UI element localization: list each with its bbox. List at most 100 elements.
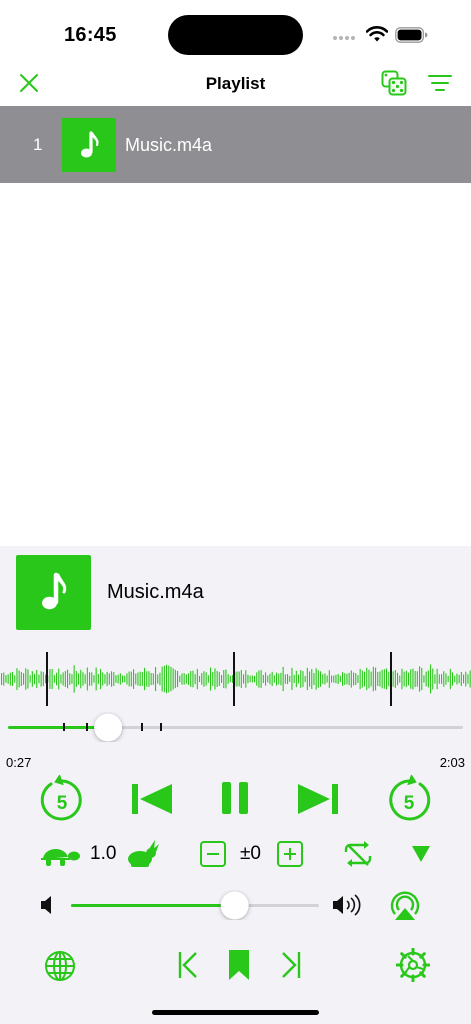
waveform-bar	[115, 675, 117, 683]
volume-max-icon	[333, 894, 361, 916]
waveform-bar	[18, 670, 20, 688]
waveform-bar	[216, 671, 218, 687]
next-track-icon[interactable]	[297, 783, 339, 815]
waveform-bar	[174, 669, 176, 689]
waveform-bar	[278, 673, 280, 685]
waveform-bar	[141, 672, 143, 686]
waveform-bar	[218, 672, 220, 686]
waveform-bar	[267, 675, 269, 683]
expand-triangle-icon[interactable]	[411, 845, 431, 863]
waveform-bar	[438, 674, 440, 684]
waveform-bar	[51, 669, 53, 690]
waveform-bar	[419, 666, 421, 692]
waveform-bar	[320, 671, 322, 687]
sort-lines-icon[interactable]	[428, 74, 452, 92]
previous-bookmark-icon[interactable]	[178, 951, 198, 979]
waveform-bar	[102, 672, 104, 686]
waveform-bar	[465, 671, 467, 687]
waveform-bar	[113, 672, 115, 686]
globe-icon[interactable]	[44, 950, 76, 982]
waveform-bar	[36, 669, 38, 689]
volume-thumb	[220, 891, 249, 920]
waveform-bar	[416, 671, 418, 687]
waveform-bar	[447, 675, 449, 683]
next-bookmark-icon[interactable]	[281, 951, 301, 979]
waveform-bar	[403, 671, 405, 687]
repeat-off-icon[interactable]	[342, 840, 374, 868]
waveform-bar	[441, 674, 443, 684]
bookmark-icon[interactable]	[228, 949, 250, 981]
waveform-bar	[31, 671, 33, 687]
waveform-bar	[225, 669, 227, 689]
waveform-bar	[201, 673, 203, 685]
waveform-bar	[236, 671, 238, 687]
waveform-bar	[412, 668, 414, 690]
dynamic-island	[168, 15, 303, 55]
waveform-bar	[67, 669, 69, 689]
waveform-bar	[372, 666, 374, 692]
waveform[interactable]	[0, 649, 471, 709]
waveform-bar	[111, 671, 113, 687]
skip-forward-5-icon[interactable]: 5	[386, 775, 432, 823]
waveform-bar	[69, 673, 71, 685]
waveform-bar	[331, 675, 333, 683]
waveform-bar	[161, 666, 163, 692]
waveform-bar	[223, 670, 225, 689]
waveform-bar	[346, 673, 348, 685]
pitch-minus-icon[interactable]	[200, 841, 226, 867]
waveform-bar	[383, 669, 385, 689]
waveform-bar	[364, 671, 366, 687]
airplay-audio-icon[interactable]	[389, 890, 421, 922]
waveform-bar	[298, 674, 300, 684]
waveform-bar	[177, 671, 179, 688]
waveform-bar	[311, 669, 313, 689]
waveform-bar	[159, 672, 161, 686]
waveform-bar	[84, 674, 86, 684]
rabbit-fast-icon[interactable]	[125, 839, 159, 869]
waveform-bar	[414, 671, 416, 688]
waveform-bar	[249, 675, 251, 683]
progress-slider[interactable]	[0, 712, 471, 742]
waveform-bar	[124, 675, 126, 683]
waveform-bar	[348, 672, 350, 686]
row-index: 1	[33, 135, 43, 154]
waveform-bar	[100, 668, 102, 690]
bookmark-tick	[160, 723, 162, 731]
waveform-bar	[291, 667, 293, 690]
waveform-bar	[265, 672, 267, 686]
playlist-screen: 16:45 Playlist 1 Music.m4a Music.m4a 0:2…	[0, 0, 471, 1024]
waveform-bar	[53, 675, 55, 683]
waveform-bar	[430, 664, 432, 694]
waveform-bar	[122, 675, 124, 683]
pause-icon[interactable]	[221, 781, 249, 815]
waveform-bar	[20, 672, 22, 686]
waveform-bar	[14, 675, 16, 683]
waveform-bar	[221, 675, 223, 683]
pitch-plus-icon[interactable]	[277, 841, 303, 867]
waveform-bar	[86, 667, 88, 691]
signal-dots-icon	[333, 36, 359, 41]
waveform-bar	[80, 669, 82, 689]
waveform-bar	[58, 668, 60, 690]
waveform-bar	[254, 675, 256, 683]
bookmark-tick	[63, 723, 65, 731]
settings-gear-icon[interactable]	[396, 948, 430, 982]
turtle-slow-icon[interactable]	[39, 842, 81, 868]
waveform-bar	[335, 674, 337, 684]
waveform-bar	[394, 670, 396, 689]
waveform-bar	[168, 665, 170, 693]
waveform-bar	[144, 667, 146, 691]
waveform-bar	[5, 675, 7, 683]
previous-track-icon[interactable]	[131, 783, 173, 815]
total-time: 2:03	[439, 755, 465, 770]
status-time: 16:45	[64, 24, 117, 46]
waveform-bar	[212, 672, 214, 686]
waveform-bar	[194, 674, 196, 684]
waveform-bar	[333, 675, 335, 683]
waveform-bar	[243, 674, 245, 684]
waveform-bar	[366, 667, 368, 691]
skip-back-5-icon[interactable]: 5	[39, 775, 85, 823]
waveform-bar	[280, 672, 282, 686]
dice-icon[interactable]	[381, 70, 407, 96]
waveform-bar	[339, 675, 341, 683]
